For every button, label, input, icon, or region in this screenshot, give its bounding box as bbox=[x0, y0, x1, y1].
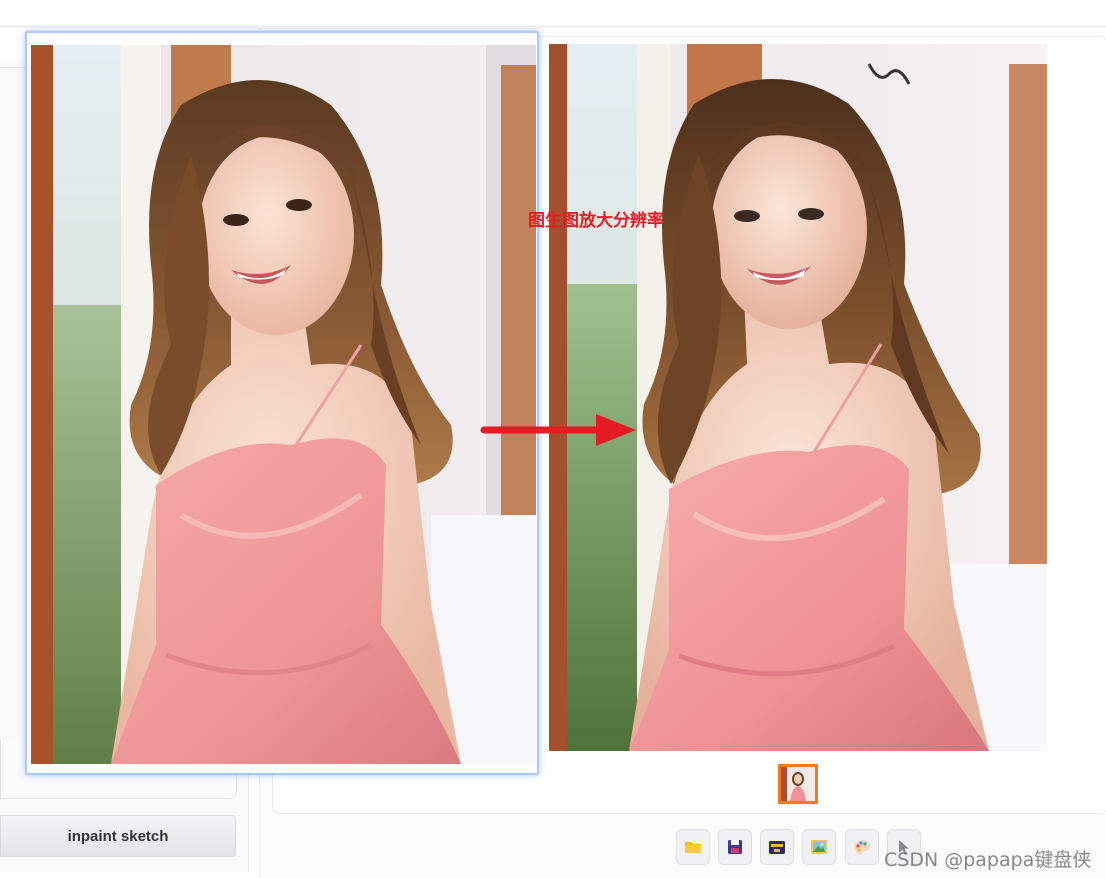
send-to-img2img-button[interactable] bbox=[802, 829, 836, 865]
watermark: CSDN @papapa键盘侠 bbox=[884, 849, 1092, 871]
gallery-thumbnail[interactable] bbox=[778, 764, 818, 804]
send-to-inpaint-button[interactable] bbox=[845, 829, 879, 865]
left-panel-divider bbox=[0, 67, 28, 68]
archive-icon bbox=[769, 841, 785, 854]
zip-button[interactable] bbox=[760, 829, 794, 865]
image-icon bbox=[811, 840, 827, 854]
folder-icon bbox=[685, 842, 701, 853]
palette-icon bbox=[854, 840, 870, 854]
result-image[interactable] bbox=[549, 44, 1047, 751]
open-folder-button[interactable] bbox=[676, 829, 710, 865]
annotation-caption: 图生图放大分辨率 bbox=[528, 211, 664, 231]
source-image[interactable] bbox=[31, 45, 536, 764]
top-bar bbox=[0, 0, 1106, 27]
save-button[interactable] bbox=[718, 829, 752, 865]
thumbnail-image bbox=[781, 767, 815, 801]
save-icon bbox=[728, 840, 742, 854]
inpaint-sketch-tab[interactable]: inpaint sketch bbox=[0, 815, 236, 857]
arrow-right-icon bbox=[480, 414, 636, 446]
